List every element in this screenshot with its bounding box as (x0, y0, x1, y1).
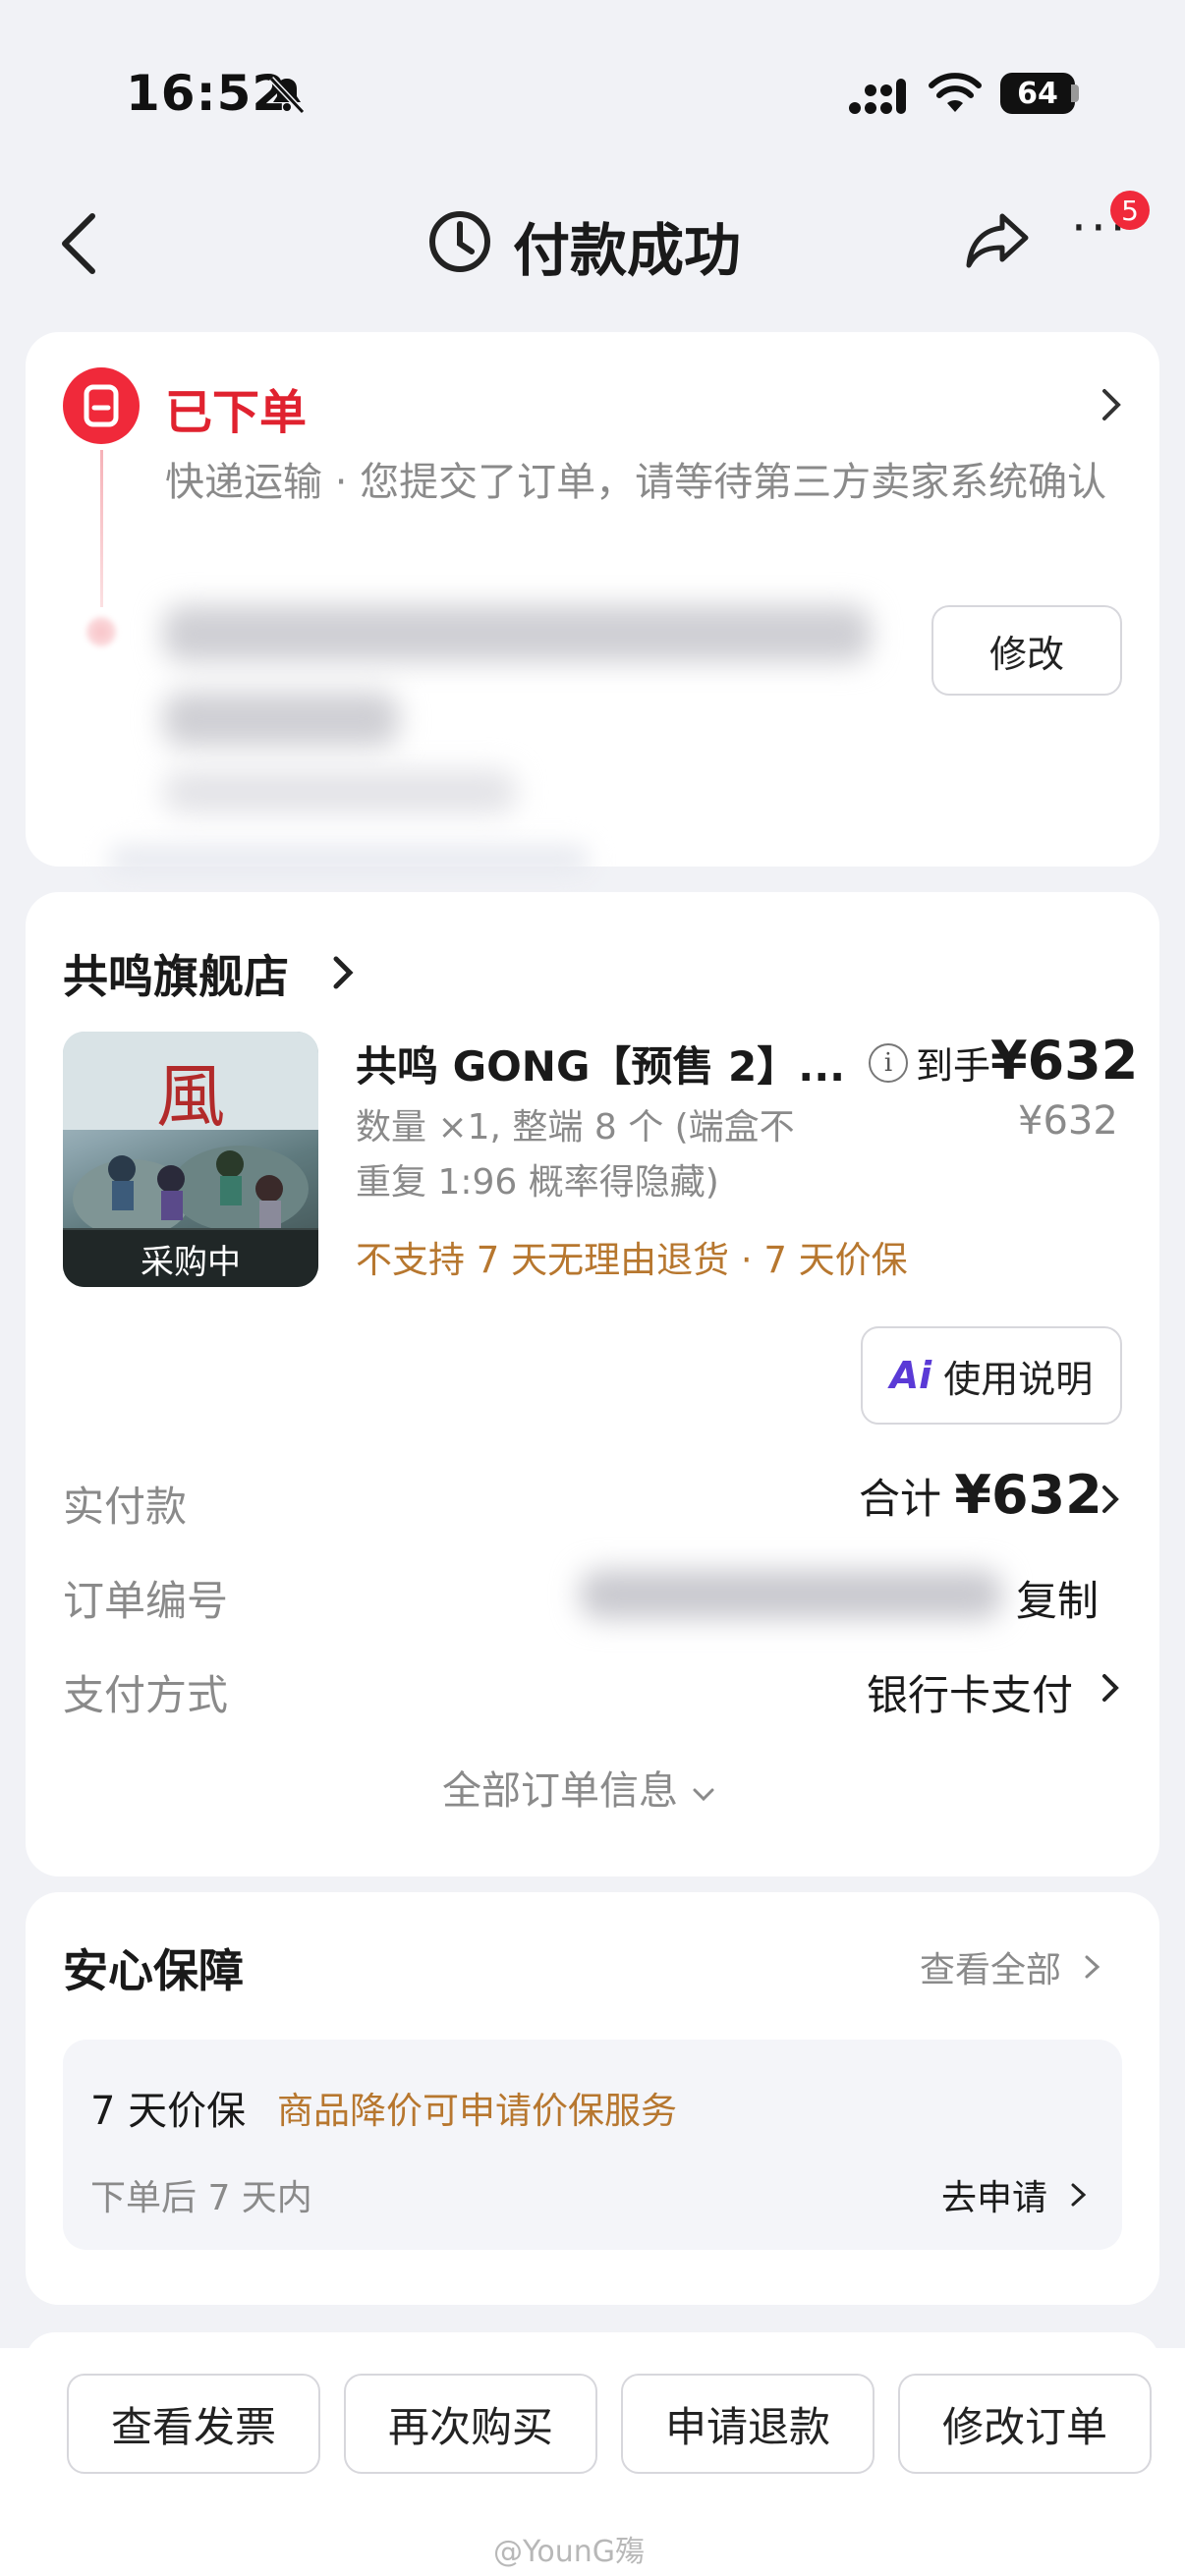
view-all-label: 查看全部 (920, 1950, 1062, 1990)
redacted-fragment (108, 845, 590, 874)
paid-total-prefix: 合计 (859, 1475, 942, 1523)
signal-icon (849, 79, 906, 114)
payment-method-value[interactable]: 银行卡支付 (867, 1662, 1073, 1722)
all-order-info-label: 全部订单信息 (442, 1768, 678, 1814)
redacted-recipient (163, 770, 517, 813)
product-image-status: 采购中 (63, 1230, 318, 1287)
paid-total[interactable]: 合计 ¥632 (859, 1464, 1102, 1526)
redacted-order-number (580, 1570, 1002, 1619)
chevron-right-icon[interactable] (1099, 1670, 1122, 1706)
back-arrow-icon[interactable] (55, 208, 102, 279)
order-document-icon (63, 367, 140, 444)
chevron-right-icon[interactable] (1099, 1482, 1122, 1517)
chevron-right-icon[interactable] (330, 953, 356, 992)
view-all-link[interactable]: 查看全部 (920, 1941, 1103, 1992)
clock-icon (429, 211, 490, 272)
paid-total-value: ¥632 (954, 1464, 1102, 1526)
notification-badge: 5 (1110, 191, 1150, 230)
product-description: 数量 ×1, 整端 8 个 (端盒不重复 1:96 概率得隐藏) (356, 1107, 795, 1203)
modify-order-button[interactable]: 修改订单 (898, 2374, 1152, 2474)
share-icon[interactable] (963, 210, 1032, 271)
order-status-title: 已下单 (165, 385, 308, 440)
chevron-right-icon[interactable] (1097, 385, 1126, 424)
copy-order-number-button[interactable]: 复制 (1016, 1568, 1099, 1628)
info-icon[interactable]: i (869, 1043, 908, 1083)
view-invoice-button[interactable]: 查看发票 (67, 2374, 320, 2474)
price-protection-description: 商品降价可申请价保服务 (277, 2090, 677, 2132)
redacted-address (163, 605, 871, 662)
original-price: ¥632 (1018, 1098, 1118, 1144)
wifi-icon (929, 73, 982, 112)
final-price: 到手¥632 (916, 1030, 1138, 1092)
ai-icon: Ai (889, 1354, 932, 1397)
chevron-right-icon (1085, 1955, 1100, 1979)
price-protection-period: 下单后 7 天内 (90, 2178, 312, 2218)
store-name[interactable]: 共鸣旗舰店 (63, 941, 289, 1006)
redacted-address-line2 (163, 692, 399, 747)
product-title[interactable]: 共鸣 GONG【预售 2】... (356, 1034, 845, 1093)
battery-indicator: 64 (1000, 73, 1075, 114)
request-refund-button[interactable]: 申请退款 (621, 2374, 875, 2474)
usage-guide-button[interactable]: Ai 使用说明 (861, 1326, 1122, 1425)
page-title: 付款成功 (513, 217, 742, 284)
svg-text:風: 風 (156, 1056, 225, 1137)
apply-price-protection-link[interactable]: 去申请 (941, 2169, 1090, 2220)
guarantee-title: 安心保障 (63, 1944, 244, 1997)
timeline-line (100, 450, 103, 607)
status-time: 16:52 (126, 65, 288, 122)
product-policy: 不支持 7 天无理由退货 · 7 天价保 (356, 1239, 908, 1281)
final-price-value: ¥632 (990, 1030, 1139, 1092)
usage-guide-label: 使用说明 (943, 1357, 1094, 1401)
price-protection-name: 7 天价保 (90, 2089, 247, 2134)
bell-muted-icon (268, 76, 306, 115)
all-order-info-toggle[interactable]: 全部订单信息 (442, 1759, 716, 1816)
watermark: @YounG殤 (493, 2535, 645, 2569)
paid-amount-label: 实付款 (63, 1483, 188, 1531)
timeline-dot (86, 617, 116, 646)
buy-again-button[interactable]: 再次购买 (344, 2374, 597, 2474)
chevron-right-icon (1071, 2183, 1087, 2207)
battery-cap (1071, 84, 1079, 102)
chevron-down-icon (693, 1788, 714, 1802)
order-number-label: 订单编号 (63, 1577, 229, 1625)
final-price-prefix: 到手 (916, 1044, 991, 1088)
order-status-description: 快递运输 · 您提交了订单，请等待第三方卖家系统确认 (165, 460, 1107, 505)
payment-method-label: 支付方式 (63, 1671, 229, 1719)
apply-label: 去申请 (941, 2178, 1048, 2218)
modify-address-button[interactable]: 修改 (931, 605, 1122, 696)
